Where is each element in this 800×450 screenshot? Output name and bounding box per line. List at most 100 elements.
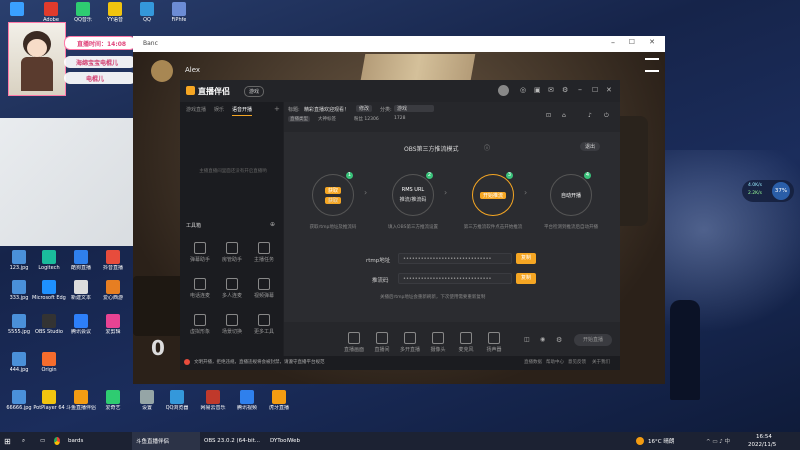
tray-icons[interactable]: ^ ▭ ♪ 中 [706,437,730,445]
tab-game[interactable]: 游戏直播 [186,106,206,116]
app-maximize-icon[interactable]: ☐ [592,86,598,94]
tool-button[interactable]: 电话连麦 [186,278,214,299]
bottom-tool-button[interactable]: 直播间 [368,332,396,353]
add-tab-icon[interactable]: + [274,105,280,113]
desktop-icon[interactable]: QQ音乐 [66,2,100,23]
stream-key-field[interactable]: •••••••••••••••••••••••••••••• [398,273,512,284]
app-close-icon[interactable]: ✕ [606,86,612,94]
app-version-badge[interactable]: 游戏 [244,86,265,97]
start-icon[interactable]: ⊞ [0,432,18,450]
settings-icon[interactable]: ⚙ [562,86,568,94]
bottom-tool-button[interactable]: 直播画面 [340,332,368,353]
toolbox-more-icon[interactable]: ⊕ [270,221,275,228]
taskbar-item-companion[interactable]: 斗鱼直播伴侣 [132,432,200,450]
info-icon[interactable]: ⓘ [484,143,490,152]
desktop-icon[interactable]: 66666.jpg [2,390,36,411]
menu-icon[interactable] [645,58,659,72]
weather-icon[interactable] [636,437,644,445]
task-view-icon[interactable]: ▭ [36,432,50,450]
maximize-icon[interactable]: ☐ [629,38,635,46]
desktop-icon[interactable]: 爱奇艺 [96,390,130,411]
bottom-tool-button[interactable]: 麦克风 [452,332,480,353]
desktop-icon[interactable]: QQ浏览器 [160,390,194,411]
desktop-icon[interactable]: 腾讯会议 [64,314,98,335]
taskbar-time[interactable]: 16:54 [756,434,772,440]
desktop-icon[interactable]: OBS Studio [32,314,66,335]
desktop-icon[interactable]: PotPlayer 64 [32,390,66,411]
game-window-titlebar[interactable]: Banc – ☐ ✕ [133,36,665,52]
footer-link-about[interactable]: 关于我们 [592,359,610,365]
desktop-icon[interactable]: 设置 [130,390,164,411]
desktop-icon[interactable]: 酷狗直播 [64,250,98,271]
desktop-icon[interactable]: Origin [32,352,66,373]
footer-link-feedback[interactable]: 意见反馈 [568,359,586,365]
close-icon[interactable]: ✕ [649,38,655,46]
desktop-icon[interactable]: 虎牙直播 [262,390,296,411]
desktop-icon[interactable]: 333.jpg [2,280,36,301]
tool-button[interactable]: 视频弹幕 [250,278,278,299]
desktop-icon[interactable]: 123.jpg [2,250,36,271]
desktop-icon[interactable]: 爱剪辑 [96,314,130,335]
rtmp-field[interactable]: •••••••••••••••••••••••••••••• [398,253,512,264]
desktop-icon[interactable]: 网易云音乐 [196,390,230,411]
desktop-icon[interactable]: 444.jpg [2,352,36,373]
message-icon[interactable]: ✉ [548,86,554,94]
desktop-icon[interactable]: 5555.jpg [2,314,36,335]
tab-entertainment[interactable]: 娱乐 [214,106,224,116]
taskbar-weather[interactable]: 16°C 晴朗 [648,437,674,445]
tool-button[interactable]: 房管助手 [218,242,246,263]
bell-icon[interactable]: ♪ [588,112,592,119]
eye-icon[interactable]: ◉ [540,336,545,343]
desktop-icon[interactable]: YY语音 [98,2,132,23]
headset-icon[interactable]: ◎ [520,86,526,94]
power-icon[interactable]: ⏻ [604,112,609,120]
desktop-icon[interactable]: Microsoft Edge [32,280,66,301]
bottom-tool-button[interactable]: 扬声器 [480,332,508,353]
lock-icon[interactable]: ⊡ [546,112,551,119]
taskbar-date[interactable]: 2022/11/5 [748,442,776,448]
tool-button[interactable]: 场景切换 [218,314,246,335]
desktop-icon[interactable]: FiPhfe [162,2,196,23]
tab-voice[interactable]: 语音开播 [232,106,253,116]
tool-button[interactable]: 多人连麦 [218,278,246,299]
exit-obs-mode-button[interactable]: 退出 [580,142,601,151]
tool-button[interactable]: 主播任务 [250,242,278,263]
desktop-icon[interactable]: 抖音直播 [96,250,130,271]
room-title-edit-button[interactable]: 修改 [356,105,373,112]
gear-icon[interactable]: ⚙ [556,336,562,344]
bottom-tool-button[interactable]: 多开直播 [396,332,424,353]
category-value[interactable]: 游戏 [394,105,434,112]
share-icon[interactable]: ⌂ [562,112,566,119]
sub-tag-2[interactable]: 大神标签 [318,116,336,122]
desktop-icon[interactable]: 新建文本 [64,280,98,301]
sub-tag-1[interactable]: 直播类型 [288,116,310,122]
desktop-icon[interactable]: Adobe [34,2,68,23]
network-widget[interactable]: 4.0K/s 2.2K/s 37% [742,180,794,202]
user-avatar[interactable] [498,85,509,96]
desktop-icon[interactable]: Logitech [32,250,66,271]
desktop-icon[interactable]: 腾讯视频 [230,390,264,411]
desktop-icon[interactable]: 斗鱼直播伴侣 [64,390,98,411]
footer-link-data[interactable]: 直播数据 [524,359,542,365]
go-live-button[interactable]: 开始直播 [574,334,612,346]
search-icon[interactable]: ⌕ [18,432,36,450]
stream-key-copy-button[interactable]: 复制 [516,273,536,284]
screen-icon[interactable]: ◫ [524,336,530,343]
footer-link-help[interactable]: 帮助中心 [546,359,564,365]
taskbar-item-obs[interactable]: OBS 23.0.2 (64-bit... [200,432,266,450]
desktop-icon[interactable]: 爱心西游 [96,280,130,301]
tool-button[interactable]: 更多工具 [250,314,278,335]
taskbar-item-bards[interactable]: bards [64,432,132,450]
bottom-tool-button[interactable]: 摄像头 [424,332,452,353]
tool-button[interactable]: 弹幕助手 [186,242,214,263]
app-minimize-icon[interactable]: – [578,85,582,94]
minimize-icon[interactable]: – [611,38,615,47]
app-header[interactable]: 直播伴侣 游戏 ◎ ▣ ✉ ⚙ – ☐ ✕ [180,80,620,102]
gift-icon[interactable]: ▣ [534,86,541,94]
rtmp-copy-button[interactable]: 复制 [516,253,536,264]
desktop-icon[interactable] [0,2,34,17]
chrome-icon[interactable] [50,432,64,450]
tool-button[interactable]: 虚拟形象 [186,314,214,335]
desktop-icon[interactable]: QQ [130,2,164,23]
taskbar-item-dytool[interactable]: DYToolWeb [266,432,334,450]
